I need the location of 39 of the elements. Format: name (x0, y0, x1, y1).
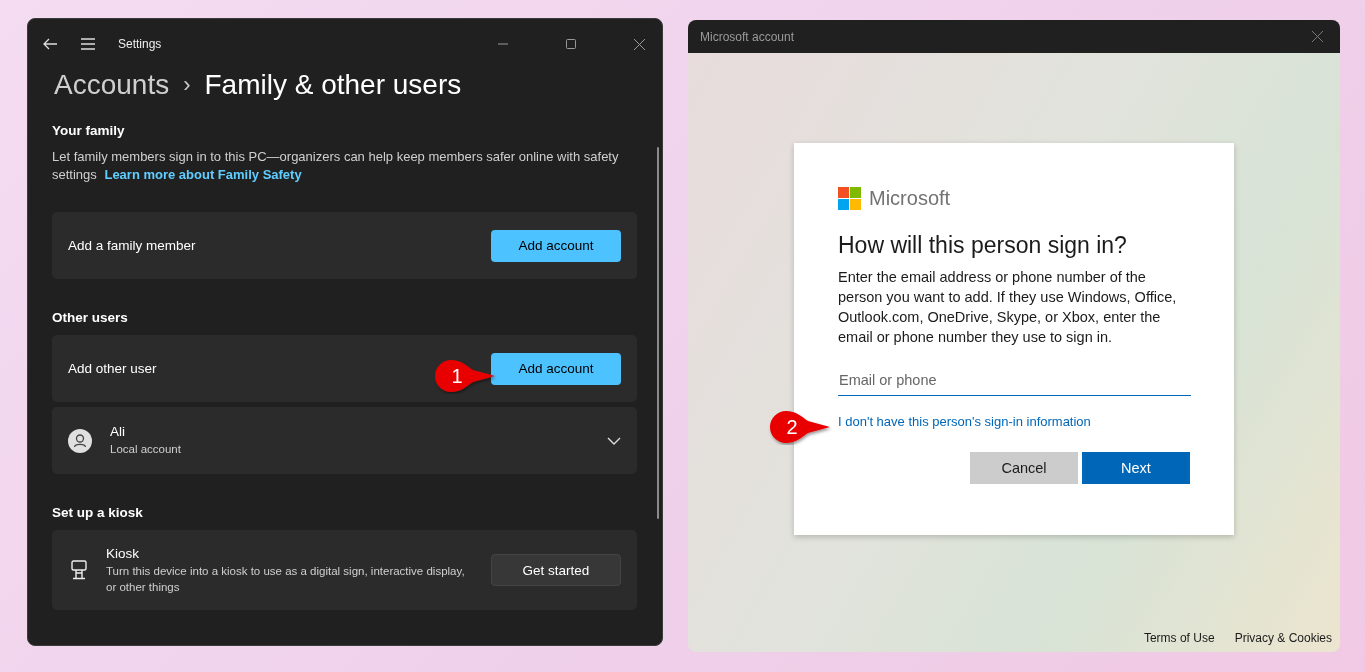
footer-link[interactable]: Terms of Use (1143, 631, 1215, 645)
cancel-button[interactable]: Cancel (970, 452, 1078, 484)
add-account-button[interactable]: Add account (491, 352, 621, 385)
card-description: Turn this device into a kiosk to use as a digital sign, interactive display, or other things (106, 563, 466, 595)
menu-icon[interactable] (80, 37, 96, 51)
section-description: Let family members sign in to this PC—organizers can help keep members safer online with safety settings Learn more about Family Safety (52, 148, 620, 184)
card-label: Add a family member (68, 238, 196, 253)
dialog-heading: How will this person sign in? (838, 232, 1128, 259)
add-account-button[interactable]: Add account (491, 229, 621, 262)
close-icon[interactable] (633, 38, 645, 50)
footer-link[interactable]: Privacy & Cookies (1234, 631, 1332, 645)
user-name: Ali (110, 424, 126, 439)
next-button[interactable]: Next (1082, 452, 1190, 484)
user-avatar-icon (68, 428, 92, 453)
close-icon[interactable] (1311, 31, 1323, 42)
card-label: Add other user (68, 361, 157, 376)
chevron-down-icon[interactable] (607, 436, 621, 445)
window-title: Microsoft account (700, 29, 795, 44)
brand-name: Microsoft (869, 187, 951, 210)
user-card[interactable]: Ali Local account (52, 407, 637, 474)
page-title: Family & other users (204, 69, 462, 101)
back-arrow-icon[interactable] (42, 36, 58, 52)
email-field[interactable]: Email or phone (838, 365, 1191, 396)
section-heading: Set up a kiosk (52, 505, 144, 520)
window-title: Settings (118, 37, 162, 51)
get-started-button[interactable]: Get started (491, 554, 621, 586)
breadcrumb-separator: › (183, 72, 191, 98)
section-heading: Your family (52, 123, 126, 138)
four-squares-logo-icon (838, 187, 861, 210)
no-sign-in-info-link[interactable]: I don't have this person's sign-in information (838, 414, 1091, 429)
scrollbar[interactable] (657, 147, 659, 519)
account-type: Local account (110, 442, 181, 457)
card-title: Kiosk (106, 545, 140, 561)
learn-more-link[interactable]: Learn more about Family Safety (104, 167, 302, 182)
breadcrumb-parent[interactable]: Accounts (54, 69, 170, 101)
dialog-text: Enter the email address or phone number of the person you want to add. If they use Windows, Office, Outlook.com, OneDrive, Skype, or Xbox, enter the email or phone number they use to sign in. (838, 268, 1178, 347)
section-heading: Other users (52, 310, 129, 325)
maximize-icon[interactable] (566, 39, 576, 49)
kiosk-icon (70, 560, 88, 580)
